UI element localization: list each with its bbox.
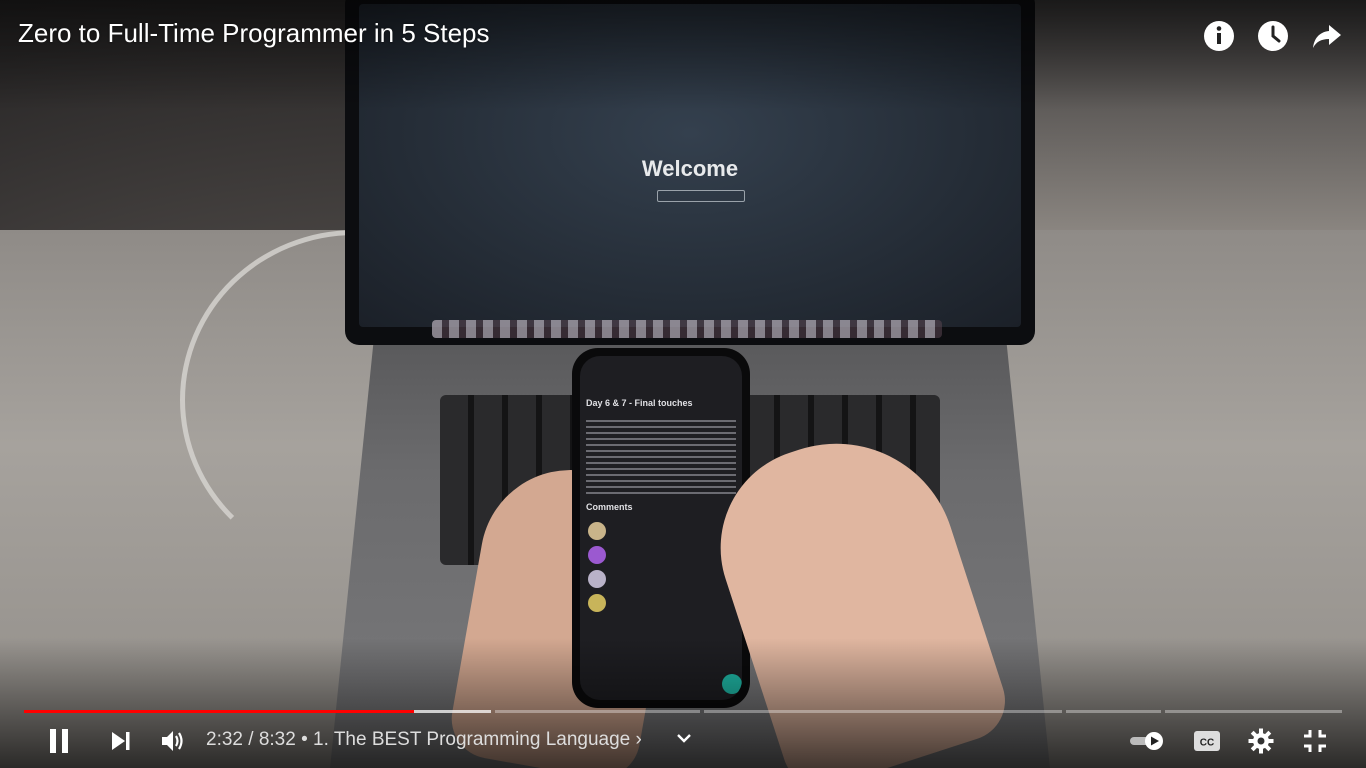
bullet-separator: •	[295, 729, 314, 750]
clock-icon	[1258, 21, 1288, 51]
info-button[interactable]	[1201, 18, 1237, 54]
comment-avatar	[588, 522, 606, 540]
comment-avatar	[588, 594, 606, 612]
svg-text:CC: CC	[1200, 738, 1214, 749]
volume-icon	[162, 731, 183, 751]
chapter-segment[interactable]	[495, 710, 700, 713]
exit-fullscreen-icon	[1304, 730, 1326, 752]
watch-later-button[interactable]	[1255, 18, 1291, 54]
progress-bar[interactable]	[24, 710, 1342, 714]
phone-post-title: Day 6 & 7 - Final touches	[586, 398, 693, 408]
cc-icon: CC	[1194, 731, 1220, 751]
share-icon	[1313, 25, 1341, 48]
share-button[interactable]	[1309, 18, 1345, 54]
chapter-title[interactable]: 1. The BEST Programming Language	[313, 729, 630, 750]
chapters-dropdown-button[interactable]	[674, 726, 694, 750]
skip-next-icon	[112, 732, 130, 750]
video-player[interactable]: Welcome Day 6 & 7 - Final touches Commen…	[0, 0, 1366, 768]
autoplay-icon	[1130, 732, 1163, 750]
duration: 8:32	[258, 729, 296, 750]
gear-icon	[1248, 728, 1274, 754]
info-icon	[1204, 21, 1234, 51]
time-separator: /	[242, 729, 259, 750]
time-display: 2:32 / 8:32 • 1. The BEST Programming La…	[206, 729, 642, 751]
laptop-welcome-text: Welcome	[641, 156, 739, 181]
chevron-down-icon	[677, 734, 691, 743]
volume-button[interactable]	[156, 722, 190, 760]
played-progress	[24, 710, 414, 713]
phone-comments-heading: Comments	[586, 502, 633, 512]
chapter-segment[interactable]	[704, 710, 1062, 713]
current-time: 2:32	[206, 729, 243, 750]
pause-icon	[50, 729, 68, 753]
chapter-segment[interactable]	[1066, 710, 1161, 713]
laptop-dock	[432, 320, 942, 338]
video-title[interactable]: Zero to Full-Time Programmer in 5 Steps	[18, 18, 490, 49]
laptop-welcome-button	[657, 190, 745, 202]
next-button[interactable]	[104, 722, 138, 760]
comment-avatar	[588, 546, 606, 564]
settings-button[interactable]	[1242, 722, 1280, 760]
autoplay-toggle[interactable]	[1128, 722, 1166, 760]
top-gradient	[0, 0, 1366, 110]
phone-post-body	[586, 418, 736, 498]
pause-button[interactable]	[42, 722, 76, 760]
chapter-arrow[interactable]: ›	[636, 729, 642, 750]
captions-button[interactable]: CC	[1188, 722, 1226, 760]
comment-avatar	[588, 570, 606, 588]
chapter-segment[interactable]	[1165, 710, 1342, 713]
exit-fullscreen-button[interactable]	[1296, 722, 1334, 760]
